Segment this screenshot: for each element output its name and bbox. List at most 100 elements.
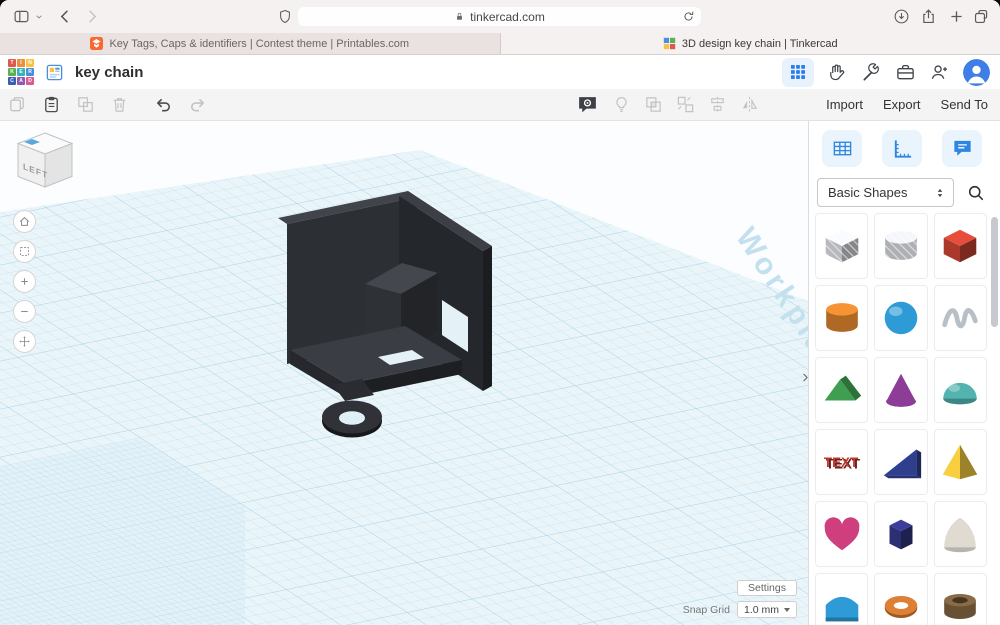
share-icon[interactable] [920, 8, 937, 25]
edit-toolbar: Import Export Send To [0, 89, 1000, 121]
group-icon[interactable] [644, 95, 663, 114]
tinkercad-favicon [663, 37, 676, 50]
logo-cell: N [26, 59, 34, 67]
wrench-icon[interactable] [861, 62, 882, 83]
search-shapes-button[interactable] [960, 178, 992, 207]
shape-cylinder[interactable] [815, 285, 869, 351]
refresh-icon[interactable] [682, 10, 695, 23]
axes-icon [18, 335, 31, 348]
import-button[interactable]: Import [826, 97, 863, 112]
main-area: Workplane [0, 121, 1000, 625]
fit-view-button[interactable] [13, 240, 36, 263]
send-to-button[interactable]: Send To [941, 97, 988, 112]
grid-icon [789, 63, 807, 81]
3d-viewport[interactable]: Workplane [0, 121, 808, 625]
select-arrows-icon [934, 187, 946, 199]
workplane-tool[interactable] [822, 130, 862, 167]
panel-tools [822, 130, 982, 167]
hand-icon[interactable] [827, 62, 848, 83]
shape-pyramid[interactable] [933, 429, 987, 495]
tab-title: 3D design key chain | Tinkercad [681, 37, 838, 50]
browser-toolbar: tinkercad.com [0, 0, 1000, 33]
chevron-down-icon[interactable] [34, 12, 44, 22]
forward-icon[interactable] [84, 8, 100, 25]
shapes-grid: TEXT TEXT [815, 213, 987, 625]
redo-icon[interactable] [188, 95, 207, 114]
category-label: Basic Shapes [828, 185, 908, 200]
designs-list-icon[interactable] [45, 63, 64, 82]
snap-grid-select[interactable]: 1.0 mm [736, 601, 797, 618]
shape-wedge[interactable] [874, 429, 928, 495]
downloads-icon[interactable] [893, 8, 910, 25]
printables-favicon [90, 37, 104, 50]
tab-tinkercad[interactable]: 3D design key chain | Tinkercad [500, 33, 1000, 54]
panel-scrollbar[interactable] [991, 217, 998, 327]
settings-button[interactable]: Settings [737, 580, 797, 596]
new-tab-icon[interactable] [948, 8, 965, 25]
app-header: TIN KER CAD key chain [0, 55, 1000, 89]
shape-category-select[interactable]: Basic Shapes [817, 178, 954, 207]
shape-box-hole-[interactable] [815, 213, 869, 279]
3d-canvas[interactable]: Workplane [0, 121, 808, 625]
paste-icon[interactable] [42, 95, 61, 114]
shape-roof[interactable] [815, 357, 869, 423]
address-bar[interactable]: tinkercad.com [297, 6, 702, 27]
copy-icon[interactable] [8, 95, 27, 114]
tab-printables[interactable]: Key Tags, Caps & identifiers | Contest t… [0, 33, 501, 54]
shape-paraboloid[interactable] [933, 501, 987, 567]
shapes-panel-button[interactable] [782, 57, 814, 87]
duplicate-icon[interactable] [76, 95, 95, 114]
snap-grid-label: Snap Grid [682, 603, 730, 616]
zoom-out-icon [18, 305, 31, 318]
shape-sphere[interactable] [874, 285, 928, 351]
logo-cell: I [17, 59, 25, 67]
shape-torus[interactable] [874, 573, 928, 625]
view-cube[interactable]: LEFT [12, 131, 78, 191]
shape-round-roof[interactable] [815, 573, 869, 625]
tinkercad-logo[interactable]: TIN KER CAD [8, 59, 34, 85]
notes-toggle-icon[interactable] [576, 93, 599, 116]
perspective-button[interactable] [13, 330, 36, 353]
tab-bar: Key Tags, Caps & identifiers | Contest t… [0, 33, 1000, 55]
invite-person-icon[interactable] [929, 62, 950, 83]
logo-cell: R [26, 68, 34, 76]
snap-grid-row: Snap Grid 1.0 mm [683, 601, 797, 618]
zoom-in-button[interactable] [13, 270, 36, 293]
caret-down-icon [784, 607, 790, 612]
logo-cell: E [17, 68, 25, 76]
shape-cone[interactable] [874, 357, 928, 423]
undo-icon[interactable] [154, 95, 173, 114]
profile-avatar[interactable] [963, 58, 990, 86]
shape-tube[interactable] [933, 573, 987, 625]
sidebar-toggle-icon[interactable] [13, 8, 30, 25]
ungroup-icon[interactable] [676, 95, 695, 114]
ruler-tool[interactable] [882, 130, 922, 167]
design-title[interactable]: key chain [75, 64, 143, 81]
mirror-icon[interactable] [740, 95, 759, 114]
notes-tool[interactable] [942, 130, 982, 167]
url-text: tinkercad.com [470, 9, 545, 24]
align-icon[interactable] [708, 95, 727, 114]
delete-icon[interactable] [110, 95, 129, 114]
zoom-out-button[interactable] [13, 300, 36, 323]
shape-box[interactable] [933, 213, 987, 279]
tab-title: Key Tags, Caps & identifiers | Contest t… [109, 37, 410, 50]
shape-text[interactable]: TEXT TEXT [815, 429, 869, 495]
logo-cell: C [8, 77, 16, 85]
browser-window: tinkercad.com Key Tags, Caps & identifie… [0, 0, 1000, 625]
shape-half-sphere[interactable] [933, 357, 987, 423]
shape-heart[interactable] [815, 501, 869, 567]
zoom-in-icon [18, 275, 31, 288]
logo-cell: A [17, 77, 25, 85]
export-button[interactable]: Export [883, 97, 921, 112]
shape-cylinder-hole-[interactable] [874, 213, 928, 279]
tab-overview-icon[interactable] [973, 8, 990, 25]
briefcase-icon[interactable] [895, 62, 916, 83]
home-view-button[interactable] [13, 210, 36, 233]
back-icon[interactable] [57, 8, 73, 25]
shape-scribble[interactable] [933, 285, 987, 351]
shape-polygon[interactable] [874, 501, 928, 567]
show-all-icon[interactable] [612, 95, 631, 114]
privacy-shield-icon[interactable] [277, 8, 293, 25]
logo-cell: D [26, 77, 34, 85]
